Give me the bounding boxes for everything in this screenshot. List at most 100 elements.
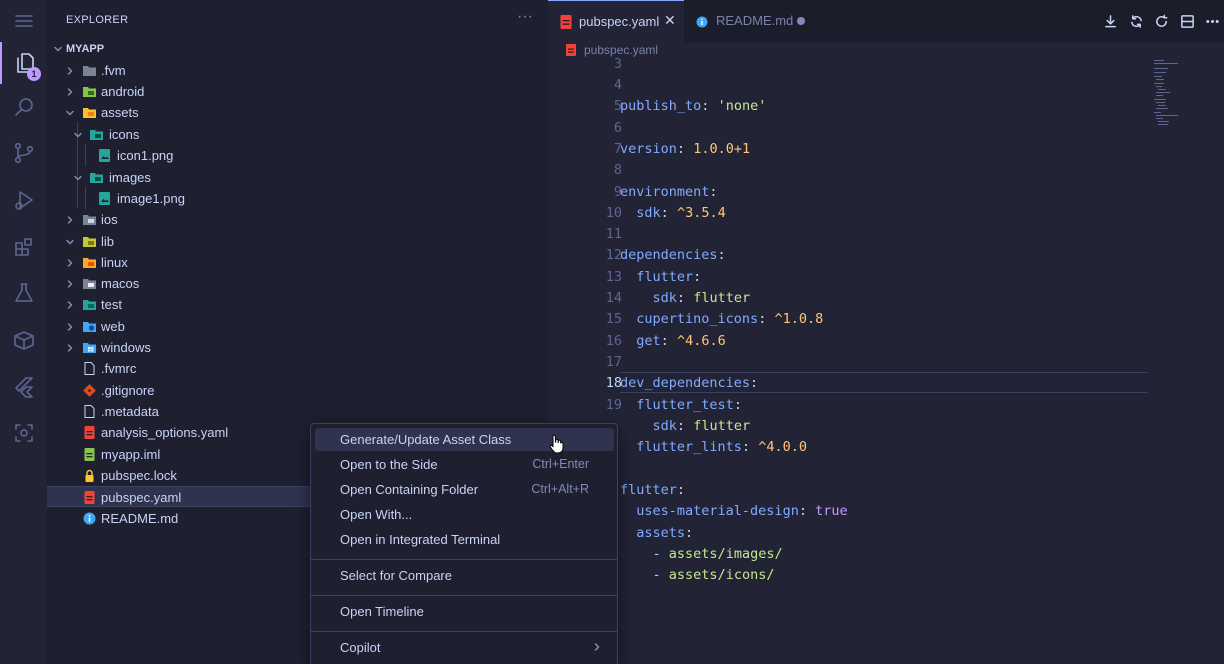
more-actions-button[interactable]: ··· (517, 8, 533, 26)
explorer-button[interactable]: 1 (0, 42, 47, 84)
tree-item-label: ios (101, 212, 118, 227)
breadcrumb: pubspec.yaml (566, 42, 658, 58)
line-number: 17 (605, 354, 622, 370)
tree-item-lib[interactable]: lib (47, 231, 548, 252)
line-number: 6 (613, 120, 622, 136)
more-actions-button[interactable] (1203, 12, 1221, 30)
line-number: 15 (605, 311, 622, 327)
menu-item-select-for-compare[interactable]: Select for Compare (315, 564, 614, 587)
test-folder-icon (83, 300, 96, 310)
refresh-button[interactable] (1152, 12, 1170, 30)
android-folder-icon (83, 87, 96, 97)
yaml-file-icon (84, 426, 95, 439)
testing-button[interactable] (0, 272, 47, 314)
code-line: publish_to: 'none' (620, 98, 767, 114)
sync-button[interactable] (1127, 12, 1145, 30)
tree-item-gitignore[interactable]: .gitignore (47, 380, 548, 401)
folder-icon (83, 66, 96, 76)
tree-item-fvmrc[interactable]: .fvmrc (47, 358, 548, 379)
containers-button[interactable] (0, 319, 47, 361)
info-icon (696, 16, 708, 28)
menu-item-label: Open to the Side (340, 457, 438, 472)
menu-item-open-timeline[interactable]: Open Timeline (315, 600, 614, 623)
extensions-icon (14, 238, 32, 256)
chevron-right-icon (65, 343, 75, 353)
tree-item-windows[interactable]: windows (47, 337, 548, 358)
menu-item-label: Open With... (340, 507, 413, 522)
menu-item-open-with[interactable]: Open With... (315, 503, 614, 526)
tree-item-label: lib (101, 234, 115, 249)
code-line: assets: (636, 525, 694, 541)
tree-item-test[interactable]: test (47, 294, 548, 315)
unsaved-dot-icon[interactable] (797, 17, 805, 25)
tab-readme[interactable]: README.md (684, 0, 816, 42)
explorer-badge: 1 (27, 67, 41, 81)
tree-item-fvm[interactable]: .fvm (47, 60, 548, 81)
line-number: 16 (605, 333, 622, 349)
menu-item-generate-asset-class[interactable]: Generate/Update Asset Class (315, 428, 614, 451)
tree-item-label: image1.png (117, 191, 185, 206)
code-line: - assets/images/ (652, 546, 783, 562)
minimap[interactable] (1154, 58, 1210, 138)
menu-item-copilot[interactable]: Copilot (315, 636, 614, 659)
tree-item-label: icons (109, 127, 140, 142)
chevron-down-icon (53, 44, 63, 54)
chevron-right-icon (65, 87, 75, 97)
menu-item-label: Select for Compare (340, 568, 452, 583)
tree-item-label: pubspec.yaml (101, 490, 182, 505)
code-editor[interactable]: pubspec.yaml 3 4 5 6 7 8 9 10 11 12 13 1… (548, 42, 1224, 664)
code-line: dependencies: (620, 247, 726, 263)
tree-item-icons[interactable]: icons (47, 124, 548, 145)
line-number: 19 (605, 397, 622, 413)
tree-item-label: test (101, 297, 122, 312)
menu-item-label: Generate/Update Asset Class (340, 432, 512, 447)
lock-icon (85, 469, 94, 482)
git-icon (83, 384, 96, 397)
line-number: 3 (613, 58, 622, 72)
tree-item-label: icon1.png (117, 148, 174, 163)
remote-icon (14, 424, 33, 442)
source-control-button[interactable] (0, 132, 47, 174)
tree-item-images[interactable]: images (47, 167, 548, 188)
tree-item-android[interactable]: android (47, 81, 548, 102)
run-debug-button[interactable] (0, 179, 47, 221)
line-number: 11 (605, 226, 622, 242)
remote-explorer-button[interactable] (0, 412, 47, 454)
code-line: environment: (620, 184, 718, 200)
tree-item-label: pubspec.lock (101, 468, 177, 483)
tree-item-label: .metadata (101, 404, 159, 419)
menu-button[interactable] (0, 0, 47, 42)
file-icon (84, 362, 95, 375)
split-editor-button[interactable] (1178, 12, 1196, 30)
tree-item-linux[interactable]: linux (47, 252, 548, 273)
tree-item-macos[interactable]: macos (47, 273, 548, 294)
breadcrumb-file[interactable]: pubspec.yaml (584, 43, 658, 57)
box-icon (13, 331, 34, 350)
hamburger-icon (14, 15, 33, 27)
menu-separator (311, 631, 617, 632)
tree-item-assets[interactable]: assets (47, 102, 548, 123)
code-area[interactable]: 3 4 5 6 7 8 9 10 11 12 13 14 15 16 17 18… (548, 58, 1224, 664)
tree-item-metadata[interactable]: .metadata (47, 401, 548, 422)
extensions-button[interactable] (0, 226, 47, 268)
tree-item-image1-png[interactable]: image1.png (47, 188, 548, 209)
tree-item-icon1-png[interactable]: icon1.png (47, 145, 548, 166)
tree-item-ios[interactable]: ios (47, 209, 548, 230)
menu-item-open-to-side[interactable]: Open to the Side Ctrl+Enter (315, 453, 614, 476)
flutter-button[interactable] (0, 366, 47, 408)
download-button[interactable] (1101, 12, 1119, 30)
tree-item-web[interactable]: web (47, 316, 548, 337)
activity-bar: 1 (0, 0, 47, 664)
tab-pubspec-yaml[interactable]: pubspec.yaml ✕ (548, 0, 684, 42)
search-button[interactable] (0, 86, 47, 128)
menu-item-open-containing-folder[interactable]: Open Containing Folder Ctrl+Alt+R (315, 478, 614, 501)
explorer-header: EXPLORER ··· (47, 0, 548, 40)
project-header[interactable]: MYAPP (47, 40, 548, 58)
code-line: flutter: (636, 269, 702, 285)
tree-item-label: web (101, 319, 125, 334)
close-icon[interactable]: ✕ (664, 12, 676, 29)
line-number: 5 (613, 98, 622, 114)
chevron-right-icon (592, 642, 602, 652)
code-line: flutter: (620, 482, 686, 498)
menu-item-open-in-terminal[interactable]: Open in Integrated Terminal (315, 528, 614, 551)
